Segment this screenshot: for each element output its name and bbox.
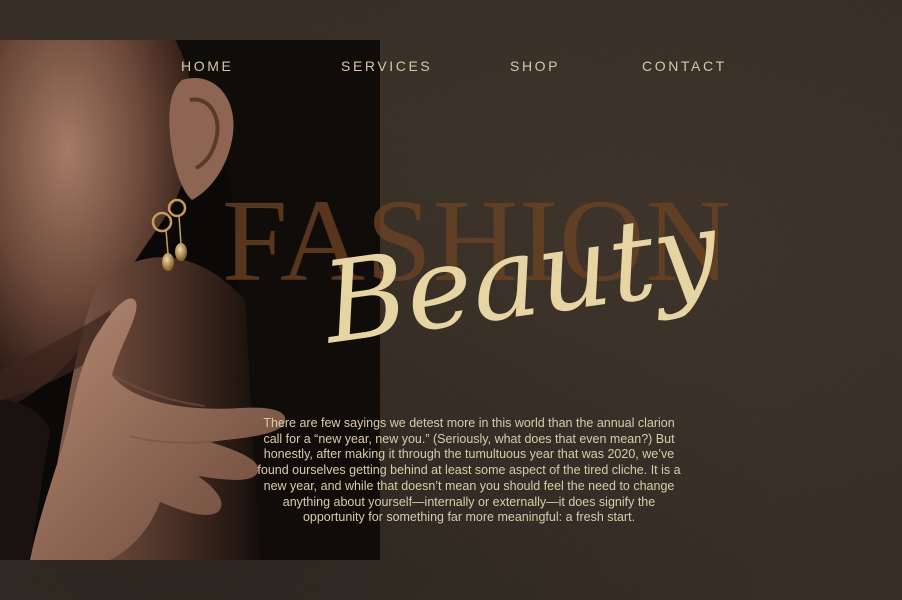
nav-home-link[interactable]: HOME <box>181 58 233 74</box>
nav-services-link[interactable]: SERVICES <box>341 58 432 74</box>
main-nav: HOME SERVICES SHOP CONTACT <box>0 58 902 78</box>
nav-shop-link[interactable]: SHOP <box>510 58 560 74</box>
hero-paragraph: There are few sayings we detest more in … <box>257 416 681 525</box>
beauty-script-heading: Beauty <box>314 185 728 369</box>
nav-contact-link[interactable]: CONTACT <box>642 58 727 74</box>
beauty-script-text: Beauty <box>314 185 728 369</box>
